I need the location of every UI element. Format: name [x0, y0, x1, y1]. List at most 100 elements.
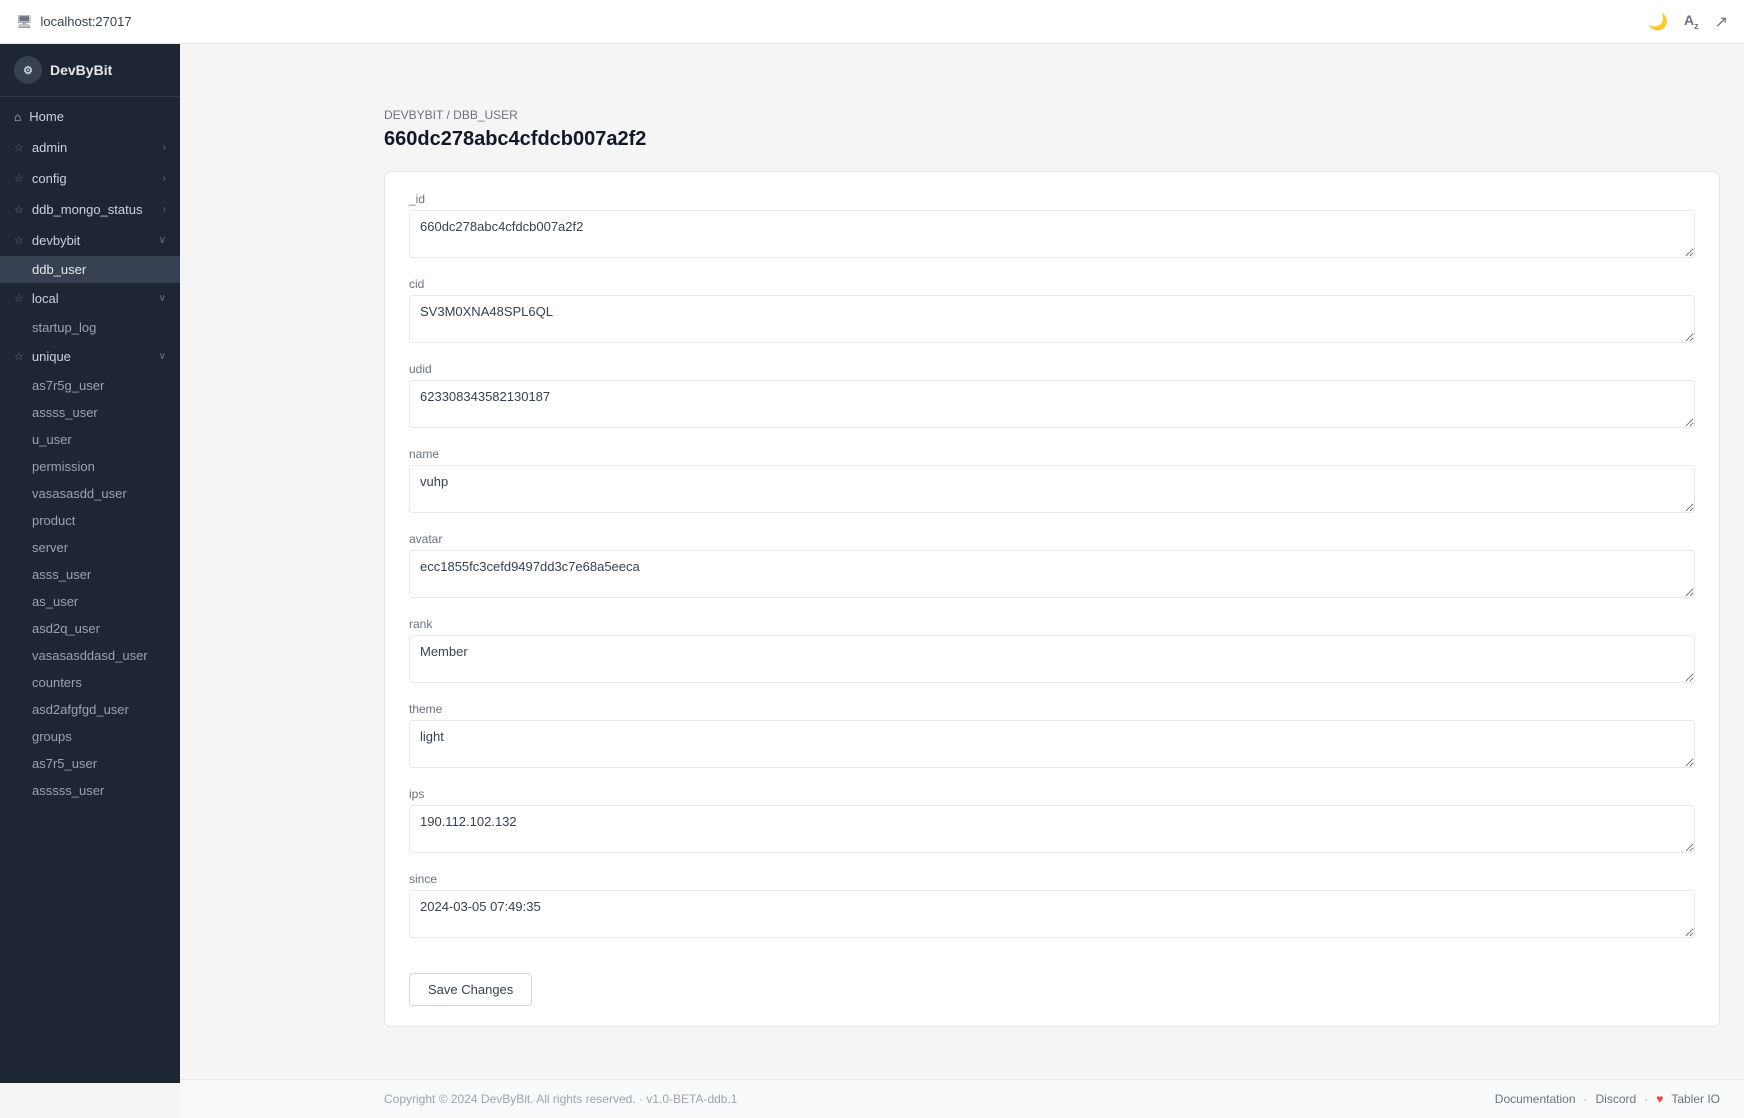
chevron-local: ∨	[159, 293, 166, 304]
sidebar-unique-label: unique	[32, 349, 71, 364]
logo-area: ⚙ DevByBit	[0, 44, 180, 97]
field-group-cid: cid	[409, 277, 1695, 346]
home-icon: ⌂	[14, 110, 21, 124]
star-icon-devbybit: ☆	[14, 234, 24, 247]
field-group-since: since	[409, 872, 1695, 941]
sidebar-child-as-user[interactable]: as_user	[0, 588, 180, 615]
sidebar-local-label: local	[32, 291, 59, 306]
field-input-avatar[interactable]	[409, 550, 1695, 598]
breadcrumb-current: DBB_USER	[453, 108, 518, 122]
server-icon: 🖥	[16, 14, 33, 30]
star-icon-local: ☆	[14, 292, 24, 305]
translate-icon[interactable]: Az	[1684, 12, 1699, 31]
sidebar-child-asssss-user[interactable]: asssss_user	[0, 777, 180, 804]
sidebar-child-asss-user[interactable]: asss_user	[0, 561, 180, 588]
chevron-devbybit: ∨	[159, 235, 166, 246]
star-icon-admin: ☆	[14, 141, 24, 154]
logo-text: DevByBit	[50, 62, 112, 78]
field-group-avatar: avatar	[409, 532, 1695, 601]
footer: Copyright © 2024 DevByBit. All rights re…	[180, 1079, 1744, 1118]
sidebar-admin-label: admin	[32, 140, 67, 155]
star-icon-ddb: ☆	[14, 203, 24, 216]
chevron-unique: ∨	[159, 351, 166, 362]
field-input-since[interactable]	[409, 890, 1695, 938]
sidebar-child-vasasasdd-user[interactable]: vasasasdd_user	[0, 480, 180, 507]
field-group-theme: theme	[409, 702, 1695, 771]
field-label-cid: cid	[409, 277, 1695, 291]
field-label-ips: ips	[409, 787, 1695, 801]
sidebar-child-u-user[interactable]: u_user	[0, 426, 180, 453]
page-title: 660dc278abc4cfdcb007a2f2	[384, 128, 1720, 151]
heart-icon: ♥	[1656, 1092, 1663, 1106]
chevron-config: ›	[163, 173, 166, 184]
footer-left: Copyright © 2024 DevByBit. All rights re…	[384, 1092, 737, 1106]
field-input-rank[interactable]	[409, 635, 1695, 683]
form-card: _idcid udid name avatar rank theme ips since Sa…	[384, 171, 1720, 1027]
sidebar-child-asd2afgfgd-user[interactable]: asd2afgfgd_user	[0, 696, 180, 723]
sidebar-item-ddb-mongo-status[interactable]: ☆ ddb_mongo_status ›	[0, 194, 180, 225]
sidebar-child-ddb-user[interactable]: ddb_user	[0, 256, 180, 283]
sidebar-child-server[interactable]: server	[0, 534, 180, 561]
main-content: DEVBYBIT / DBB_USER 660dc278abc4cfdcb007…	[360, 88, 1744, 1079]
save-changes-button[interactable]: Save Changes	[409, 973, 532, 1006]
field-input-udid[interactable]	[409, 380, 1695, 428]
sidebar-child-startup-log[interactable]: startup_log	[0, 314, 180, 341]
chevron-admin: ›	[163, 142, 166, 153]
star-icon-config: ☆	[14, 172, 24, 185]
sidebar-ddb-label: ddb_mongo_status	[32, 202, 143, 217]
sidebar-child-asd2q-user[interactable]: asd2q_user	[0, 615, 180, 642]
footer-sep3: ·	[1644, 1092, 1648, 1106]
footer-sep1: ·	[639, 1092, 646, 1106]
fields-container: _idcid udid name avatar rank theme ips since	[409, 192, 1695, 941]
field-label-udid: udid	[409, 362, 1695, 376]
footer-discord[interactable]: Discord	[1596, 1092, 1637, 1106]
field-input-name[interactable]	[409, 465, 1695, 513]
sidebar-child-as7r5-user[interactable]: as7r5_user	[0, 750, 180, 777]
footer-version: v1.0-BETA-ddb.1	[646, 1092, 737, 1106]
sidebar-item-unique[interactable]: ☆ unique ∨	[0, 341, 180, 372]
field-group-_id: _id	[409, 192, 1695, 261]
topbar-right: 🌙 Az ↗	[1648, 12, 1728, 32]
topbar: 🖥 localhost:27017 🌙 Az ↗	[0, 0, 1744, 44]
field-group-udid: udid	[409, 362, 1695, 431]
field-input-ips[interactable]	[409, 805, 1695, 853]
external-link-icon[interactable]: ↗	[1715, 12, 1728, 32]
sidebar-child-as7r5g-user[interactable]: as7r5g_user	[0, 372, 180, 399]
sidebar-child-assss-user[interactable]: assss_user	[0, 399, 180, 426]
topbar-left: 🖥 localhost:27017	[16, 14, 132, 30]
footer-tabler[interactable]: Tabler IO	[1671, 1092, 1720, 1106]
sidebar-item-local[interactable]: ☆ local ∨	[0, 283, 180, 314]
sidebar-item-config[interactable]: ☆ config ›	[0, 163, 180, 194]
field-input-cid[interactable]	[409, 295, 1695, 343]
star-icon-unique: ☆	[14, 350, 24, 363]
logo-icon: ⚙	[14, 56, 42, 84]
dark-mode-icon[interactable]: 🌙	[1648, 12, 1668, 32]
footer-sep2: ·	[1584, 1092, 1588, 1106]
sidebar: ⚙ DevByBit ⌂ Home ☆ admin › ☆ config › ☆…	[0, 44, 180, 1083]
sidebar-home-label: Home	[29, 109, 64, 124]
sidebar-item-admin[interactable]: ☆ admin ›	[0, 132, 180, 163]
footer-copyright: Copyright © 2024 DevByBit. All rights re…	[384, 1092, 636, 1106]
sidebar-item-devbybit[interactable]: ☆ devbybit ∨	[0, 225, 180, 256]
field-input-theme[interactable]	[409, 720, 1695, 768]
field-label-name: name	[409, 447, 1695, 461]
sidebar-item-home[interactable]: ⌂ Home	[0, 101, 180, 132]
breadcrumb-parent[interactable]: DEVBYBIT	[384, 108, 443, 122]
sidebar-config-label: config	[32, 171, 67, 186]
field-label-_id: _id	[409, 192, 1695, 206]
sidebar-child-product[interactable]: product	[0, 507, 180, 534]
field-group-ips: ips	[409, 787, 1695, 856]
field-input-_id[interactable]	[409, 210, 1695, 258]
field-label-theme: theme	[409, 702, 1695, 716]
field-label-rank: rank	[409, 617, 1695, 631]
sidebar-child-permission[interactable]: permission	[0, 453, 180, 480]
field-group-name: name	[409, 447, 1695, 516]
sidebar-child-vasasasddasd-user[interactable]: vasasasddasd_user	[0, 642, 180, 669]
sidebar-child-counters[interactable]: counters	[0, 669, 180, 696]
server-url[interactable]: localhost:27017	[41, 14, 132, 29]
footer-docs[interactable]: Documentation	[1495, 1092, 1576, 1106]
field-group-rank: rank	[409, 617, 1695, 686]
sidebar-devbybit-label: devbybit	[32, 233, 80, 248]
sidebar-child-groups[interactable]: groups	[0, 723, 180, 750]
footer-right: Documentation · Discord · ♥ Tabler IO	[1495, 1092, 1720, 1106]
